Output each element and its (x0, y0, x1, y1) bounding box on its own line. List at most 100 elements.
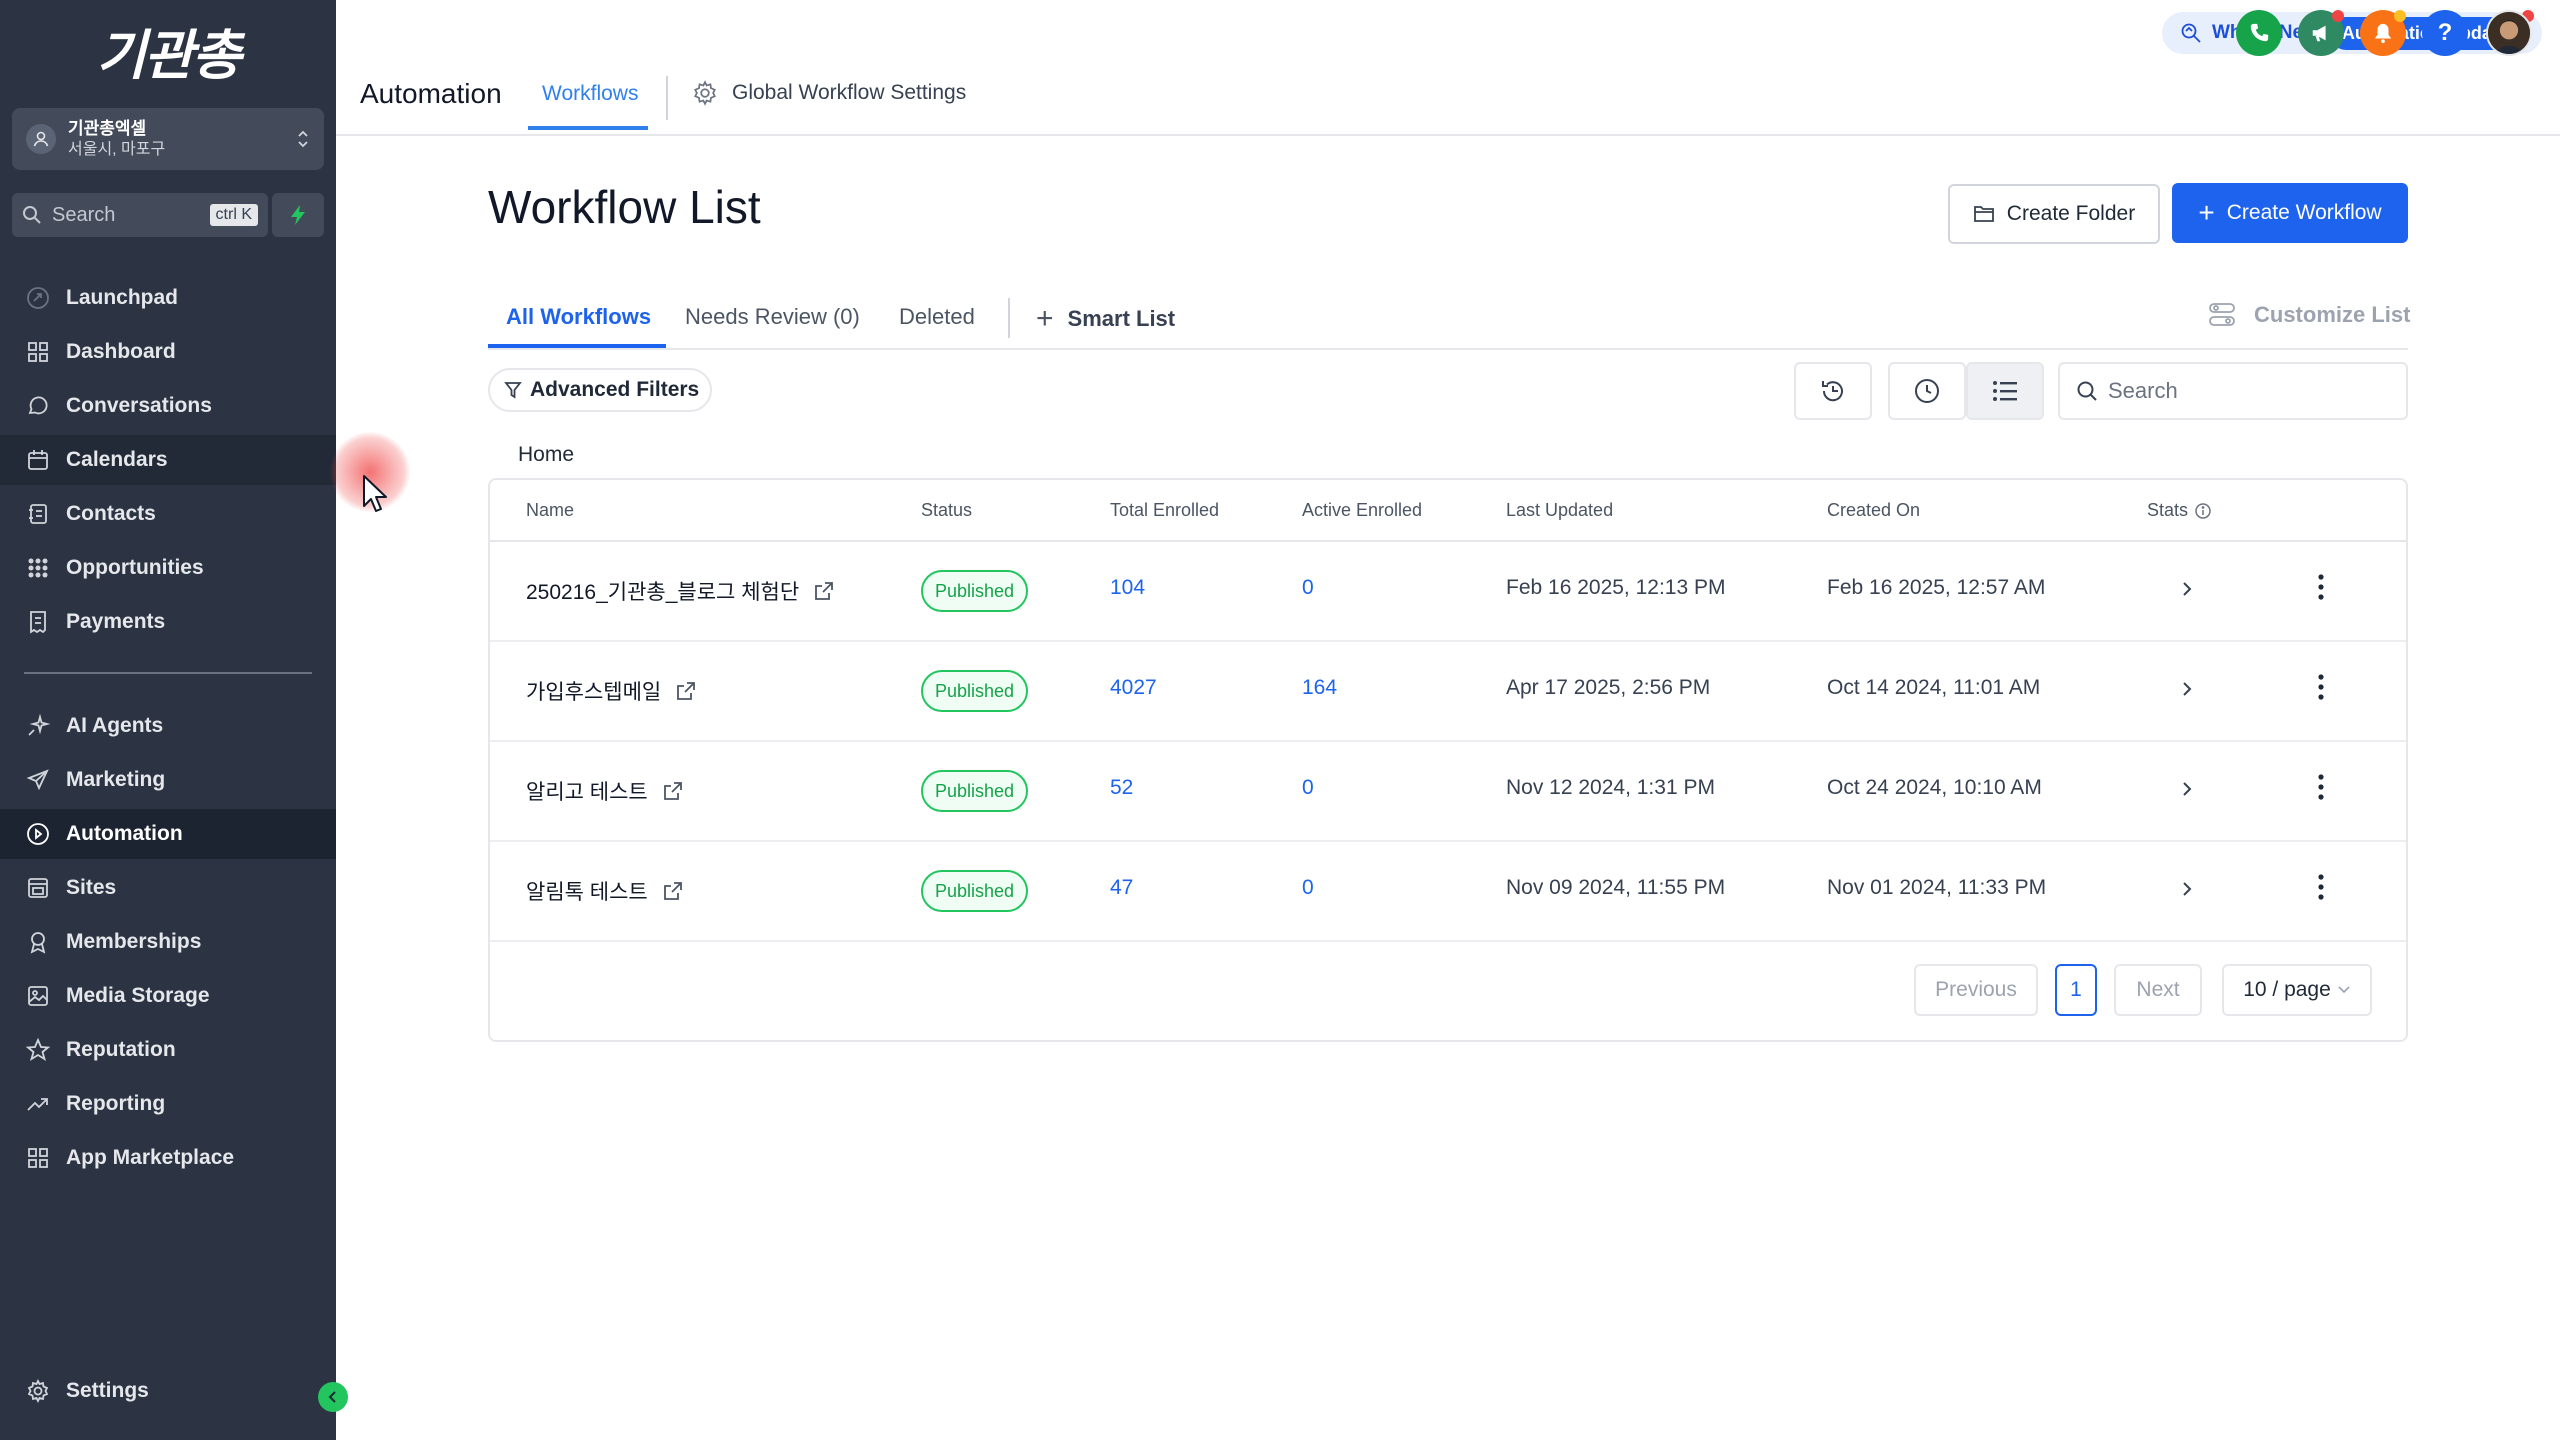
create-workflow-button[interactable]: + Create Workflow (2172, 183, 2408, 243)
active-enrolled-link[interactable]: 0 (1302, 776, 1314, 800)
external-link-icon[interactable] (662, 780, 684, 802)
active-tab-indicator (528, 126, 648, 130)
whats-new-button[interactable]: What's New Automation Updates (2162, 10, 2542, 54)
active-enrolled-link[interactable]: 164 (1302, 676, 1337, 700)
page-section-title: Automation (360, 78, 502, 109)
subtab-all-workflows[interactable]: All Workflows (506, 304, 651, 330)
quick-action-button[interactable] (272, 193, 324, 237)
status-badge: Published (921, 870, 1029, 912)
sidebar-item-memberships[interactable]: Memberships (0, 917, 336, 967)
workflow-name[interactable]: 가입후스텝메일 (526, 676, 697, 706)
sidebar-item-payments[interactable]: Payments (0, 597, 336, 647)
chevron-right-icon[interactable] (2180, 678, 2194, 700)
advanced-filters-button[interactable]: Advanced Filters (488, 368, 712, 412)
tab-workflows[interactable]: Workflows (542, 82, 638, 106)
page-size-select[interactable]: 10 / page (2222, 964, 2372, 1016)
column-header-last-updated[interactable]: Last Updated (1506, 500, 1613, 521)
recent-view-button[interactable] (1888, 362, 1966, 420)
column-header-created-on[interactable]: Created On (1827, 500, 1920, 521)
sidebar-item-media-storage[interactable]: Media Storage (0, 971, 336, 1021)
table-row[interactable]: 가입후스텝메일 Published 4027 164 Apr 17 2025, … (490, 642, 2406, 742)
external-link-icon[interactable] (813, 580, 835, 602)
workflow-name[interactable]: 알리고 테스트 (526, 776, 684, 806)
sidebar-search[interactable]: Search ctrl K (12, 193, 268, 237)
total-enrolled-link[interactable]: 104 (1110, 576, 1145, 600)
add-smart-list-button[interactable]: + Smart List (1036, 302, 1175, 336)
shortcut-hint: ctrl K (209, 204, 258, 226)
sidebar-item-sites[interactable]: Sites (0, 863, 336, 913)
total-enrolled-link[interactable]: 47 (1110, 876, 1133, 900)
chevron-right-icon[interactable] (2180, 578, 2194, 600)
subtabs-baseline (488, 348, 2408, 350)
sidebar-item-app-marketplace[interactable]: App Marketplace (0, 1133, 336, 1183)
sidebar-item-ai-agents[interactable]: AI Agents (0, 701, 336, 751)
column-header-status[interactable]: Status (921, 500, 972, 521)
total-enrolled-link[interactable]: 4027 (1110, 676, 1157, 700)
next-page-button[interactable]: Next (2114, 964, 2202, 1016)
tab-global-workflow-settings[interactable]: Global Workflow Settings (692, 80, 966, 106)
table-row[interactable]: 알리고 테스트 Published 52 0 Nov 12 2024, 1:31… (490, 742, 2406, 842)
sidebar-item-reputation[interactable]: Reputation (0, 1025, 336, 1075)
active-enrolled-link[interactable]: 0 (1302, 576, 1314, 600)
search-icon (23, 206, 41, 224)
active-enrolled-link[interactable]: 0 (1302, 876, 1314, 900)
external-link-icon[interactable] (675, 680, 697, 702)
create-folder-button[interactable]: Create Folder (1948, 184, 2160, 244)
account-switcher[interactable]: 기관총엑셀 서울시, 마포구 (12, 108, 324, 170)
created-on: Nov 01 2024, 11:33 PM (1827, 876, 2047, 899)
chevron-left-icon (328, 1391, 336, 1403)
send-icon (24, 766, 52, 794)
subtab-needs-review[interactable]: Needs Review (0) (685, 304, 860, 330)
table-row[interactable]: 알림톡 테스트 Published 47 0 Nov 09 2024, 11:5… (490, 842, 2406, 942)
external-link-icon[interactable] (662, 880, 684, 902)
subtab-deleted[interactable]: Deleted (899, 304, 975, 330)
sidebar-item-opportunities[interactable]: Opportunities (0, 543, 336, 593)
column-header-name[interactable]: Name (526, 500, 574, 521)
more-vertical-icon[interactable] (2316, 872, 2326, 902)
workflow-search-input[interactable] (2108, 378, 2388, 404)
sidebar-item-dashboard[interactable]: Dashboard (0, 327, 336, 377)
more-vertical-icon[interactable] (2316, 772, 2326, 802)
announcements-button[interactable] (2298, 10, 2344, 56)
page-number-button[interactable]: 1 (2055, 964, 2097, 1016)
advanced-filters-label: Advanced Filters (530, 378, 700, 401)
workflow-name[interactable]: 250216_기관총_블로그 체험단 (526, 576, 835, 606)
sidebar-item-calendars[interactable]: Calendars (0, 435, 336, 485)
brand-logo[interactable]: 기관총 (0, 14, 336, 87)
notifications-button[interactable] (2360, 10, 2406, 56)
table-row[interactable]: 250216_기관총_블로그 체험단 Published 104 0 Feb 1… (490, 542, 2406, 642)
help-button[interactable]: ? (2422, 10, 2468, 56)
list-icon (1993, 381, 2017, 401)
status-badge: Published (921, 670, 1029, 712)
previous-page-button[interactable]: Previous (1914, 964, 2038, 1016)
column-header-total-enrolled[interactable]: Total Enrolled (1110, 500, 1219, 521)
sidebar-search-placeholder: Search (52, 203, 116, 226)
column-header-stats[interactable]: Stats (2147, 500, 2212, 521)
more-vertical-icon[interactable] (2316, 672, 2326, 702)
column-header-active-enrolled[interactable]: Active Enrolled (1302, 500, 1422, 521)
total-enrolled-link[interactable]: 52 (1110, 776, 1133, 800)
phone-button[interactable] (2236, 10, 2282, 56)
chevron-right-icon[interactable] (2180, 778, 2194, 800)
sidebar-item-reporting[interactable]: Reporting (0, 1079, 336, 1129)
collapse-sidebar-button[interactable] (318, 1382, 348, 1412)
sidebar-item-marketing[interactable]: Marketing (0, 755, 336, 805)
chevron-right-icon[interactable] (2180, 878, 2194, 900)
sidebar-item-conversations[interactable]: Conversations (0, 381, 336, 431)
sidebar-item-settings[interactable]: Settings (0, 1366, 336, 1416)
megaphone-icon (2312, 25, 2326, 42)
user-avatar[interactable] (2486, 10, 2532, 56)
sidebar-item-contacts[interactable]: Contacts (0, 489, 336, 539)
sidebar-item-launchpad[interactable]: Launchpad (0, 273, 336, 323)
refresh-history-button[interactable] (1794, 362, 1872, 420)
more-vertical-icon[interactable] (2316, 572, 2326, 602)
breadcrumb[interactable]: Home (518, 443, 574, 467)
sidebar-item-automation[interactable]: Automation (0, 809, 336, 859)
workflow-search[interactable] (2058, 362, 2408, 420)
list-view-button[interactable] (1966, 362, 2044, 420)
workflow-name-text: 가입후스텝메일 (526, 681, 662, 704)
page-title: Workflow List (488, 181, 761, 233)
page-size-value: 10 / page (2243, 978, 2331, 1001)
workflow-name[interactable]: 알림톡 테스트 (526, 876, 684, 906)
customize-list-button[interactable]: Customize List (2208, 302, 2410, 328)
